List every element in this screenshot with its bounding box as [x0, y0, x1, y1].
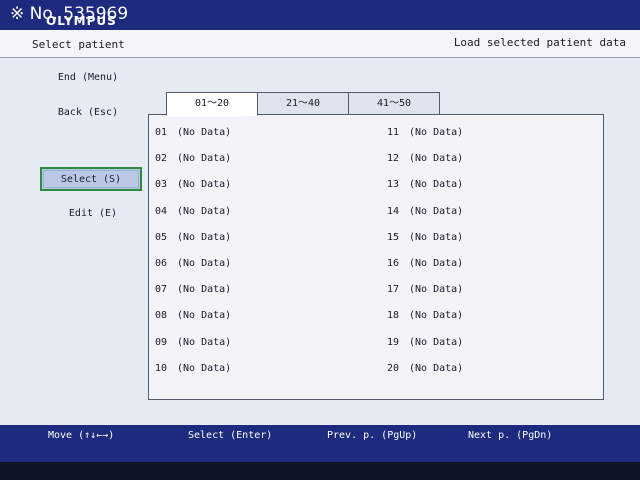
patient-row[interactable]: 09 (No Data)	[155, 337, 231, 363]
patient-number: 06	[155, 257, 168, 269]
patient-number: 04	[155, 205, 168, 217]
patient-row[interactable]: 16 (No Data)	[387, 258, 463, 284]
patient-name: (No Data)	[409, 231, 464, 243]
patient-name: (No Data)	[177, 205, 232, 217]
patient-row[interactable]: 06 (No Data)	[155, 258, 231, 284]
patient-number: 14	[387, 205, 400, 217]
tab-01-20[interactable]: 01～20	[166, 92, 258, 116]
patient-list-left: 01 (No Data) 02 (No Data) 03 (No Data) 04 (No D…	[155, 127, 231, 389]
patient-name: (No Data)	[409, 127, 464, 138]
patient-name: (No Data)	[177, 336, 232, 348]
patient-number: 07	[155, 284, 168, 296]
hint-select: Select (Enter)	[188, 430, 273, 441]
patient-row[interactable]: 20 (No Data)	[387, 363, 463, 389]
patient-number: 18	[387, 310, 400, 322]
patient-number: 02	[155, 153, 168, 165]
screen: ※ No. 535969 OLYMPUS Select patient Load…	[0, 0, 640, 480]
patient-name: (No Data)	[409, 362, 464, 374]
patient-row[interactable]: 02 (No Data)	[155, 153, 231, 179]
patient-name: (No Data)	[409, 284, 464, 296]
hint-prev-page: Prev. p. (PgUp)	[327, 430, 418, 441]
patient-number: 19	[387, 336, 400, 348]
patient-number: 11	[387, 127, 400, 138]
patient-number: 09	[155, 336, 168, 348]
monitor-bezel	[0, 462, 640, 480]
patient-name: (No Data)	[177, 284, 232, 296]
patient-row[interactable]: 01 (No Data)	[155, 127, 231, 153]
patient-number: 20	[387, 362, 400, 374]
patient-name: (No Data)	[409, 257, 464, 269]
hint-next-page: Next p. (PgDn)	[468, 430, 553, 441]
select-button[interactable]: Select (S)	[40, 167, 142, 191]
patient-row[interactable]: 04 (No Data)	[155, 206, 231, 232]
patient-number: 13	[387, 179, 400, 191]
patient-name: (No Data)	[177, 310, 232, 322]
patient-row[interactable]: 05 (No Data)	[155, 232, 231, 258]
patient-row[interactable]: 08 (No Data)	[155, 310, 231, 336]
patient-name: (No Data)	[409, 205, 464, 217]
patient-row[interactable]: 03 (No Data)	[155, 179, 231, 205]
patient-number: 16	[387, 257, 400, 269]
patient-row[interactable]: 19 (No Data)	[387, 337, 463, 363]
end-button[interactable]: End (Menu)	[40, 72, 136, 83]
page-title: Select patient	[32, 38, 125, 51]
patient-name: (No Data)	[409, 310, 464, 322]
patient-row[interactable]: 14 (No Data)	[387, 206, 463, 232]
patient-name: (No Data)	[409, 153, 464, 165]
status-message: Load selected patient data	[453, 36, 626, 49]
back-button[interactable]: Back (Esc)	[40, 107, 136, 118]
patient-name: (No Data)	[409, 179, 464, 191]
patient-row[interactable]: 18 (No Data)	[387, 310, 463, 336]
edit-button[interactable]: Edit (E)	[40, 208, 146, 219]
patient-list-right: 11 (No Data) 12 (No Data) 13 (No Data) 14 (No D…	[387, 127, 463, 389]
patient-name: (No Data)	[177, 362, 232, 374]
patient-number: 10	[155, 362, 168, 374]
patient-number: 05	[155, 231, 168, 243]
patient-row[interactable]: 12 (No Data)	[387, 153, 463, 179]
top-bar: ※ No. 535969 OLYMPUS	[0, 0, 640, 30]
patient-row[interactable]: 13 (No Data)	[387, 179, 463, 205]
patient-row[interactable]: 11 (No Data)	[387, 127, 463, 153]
patient-name: (No Data)	[177, 153, 232, 165]
patient-row[interactable]: 17 (No Data)	[387, 284, 463, 310]
patient-name: (No Data)	[177, 231, 232, 243]
patient-number: 03	[155, 179, 168, 191]
patient-number: 01	[155, 127, 168, 138]
patient-name: (No Data)	[177, 127, 232, 138]
tab-21-40[interactable]: 21～40	[257, 92, 349, 115]
patient-name: (No Data)	[409, 336, 464, 348]
patient-number: 15	[387, 231, 400, 243]
patient-name: (No Data)	[177, 257, 232, 269]
hint-move: Move (↑↓←→)	[48, 430, 115, 441]
patient-number: 12	[387, 153, 400, 165]
patient-row[interactable]: 15 (No Data)	[387, 232, 463, 258]
patient-name: (No Data)	[177, 179, 232, 191]
brand-logo: OLYMPUS	[46, 14, 117, 28]
tab-41-50[interactable]: 41～50	[348, 92, 440, 115]
patient-number: 17	[387, 284, 400, 296]
patient-number: 08	[155, 310, 168, 322]
patient-row[interactable]: 10 (No Data)	[155, 363, 231, 389]
patient-row[interactable]: 07 (No Data)	[155, 284, 231, 310]
title-bar: Select patient Load selected patient dat…	[0, 30, 640, 58]
patient-list-panel: 01 (No Data) 02 (No Data) 03 (No Data) 04 (No D…	[148, 114, 604, 400]
